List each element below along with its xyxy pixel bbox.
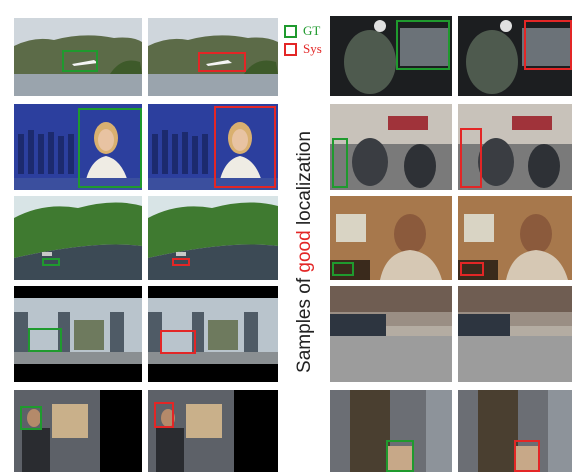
frame-anchor-gt	[14, 104, 142, 190]
legend-swatch-gt	[284, 24, 297, 38]
gt-box	[20, 406, 42, 430]
frame-sign-gt	[14, 390, 142, 472]
frame-street-sys	[148, 286, 278, 382]
sys-box	[198, 52, 246, 72]
frame-parade-gt	[330, 286, 452, 382]
sys-box	[154, 402, 174, 428]
legend-item-sys: Sys	[284, 40, 322, 58]
frame-river-sys	[148, 196, 278, 280]
legend-item-gt: GT	[284, 22, 322, 40]
gt-box	[28, 328, 62, 352]
frame-airplane-gt	[14, 18, 142, 96]
gt-box	[396, 20, 450, 70]
frame-dark-gt	[330, 16, 452, 96]
sys-box	[172, 258, 190, 266]
sys-box	[214, 106, 276, 188]
caption-highlight: good	[294, 230, 315, 273]
caption-suffix: localization	[294, 131, 315, 231]
sys-box	[460, 128, 482, 188]
frame-dark-sys	[458, 16, 572, 96]
caption: Samples of good localization	[294, 131, 316, 373]
gt-box	[62, 50, 98, 72]
frame-dog-sys	[458, 390, 572, 472]
frame-crowd-sys	[458, 104, 572, 190]
frame-computer-gt	[330, 196, 452, 280]
frame-sign-sys	[148, 390, 278, 472]
sys-box	[514, 440, 540, 472]
sys-box	[524, 20, 572, 70]
frame-anchor-sys	[148, 104, 278, 190]
frame-street-gt	[14, 286, 142, 382]
sys-box	[460, 262, 484, 276]
frame-parade-sys	[458, 286, 572, 382]
sys-box	[160, 330, 196, 354]
gt-box	[386, 440, 414, 472]
caption-prefix: Samples of	[294, 272, 315, 373]
gt-box	[42, 258, 60, 266]
legend-label-sys: Sys	[303, 41, 322, 56]
frame-computer-sys	[458, 196, 572, 280]
gt-box	[78, 108, 142, 188]
legend: GT Sys	[284, 22, 322, 58]
legend-label-gt: GT	[303, 23, 321, 38]
frame-dog-gt	[330, 390, 452, 472]
frame-crowd-gt	[330, 104, 452, 190]
gt-box	[332, 138, 348, 188]
frame-airplane-sys	[148, 18, 278, 96]
frame-river-gt	[14, 196, 142, 280]
legend-swatch-sys	[284, 42, 297, 56]
gt-box	[332, 262, 354, 276]
